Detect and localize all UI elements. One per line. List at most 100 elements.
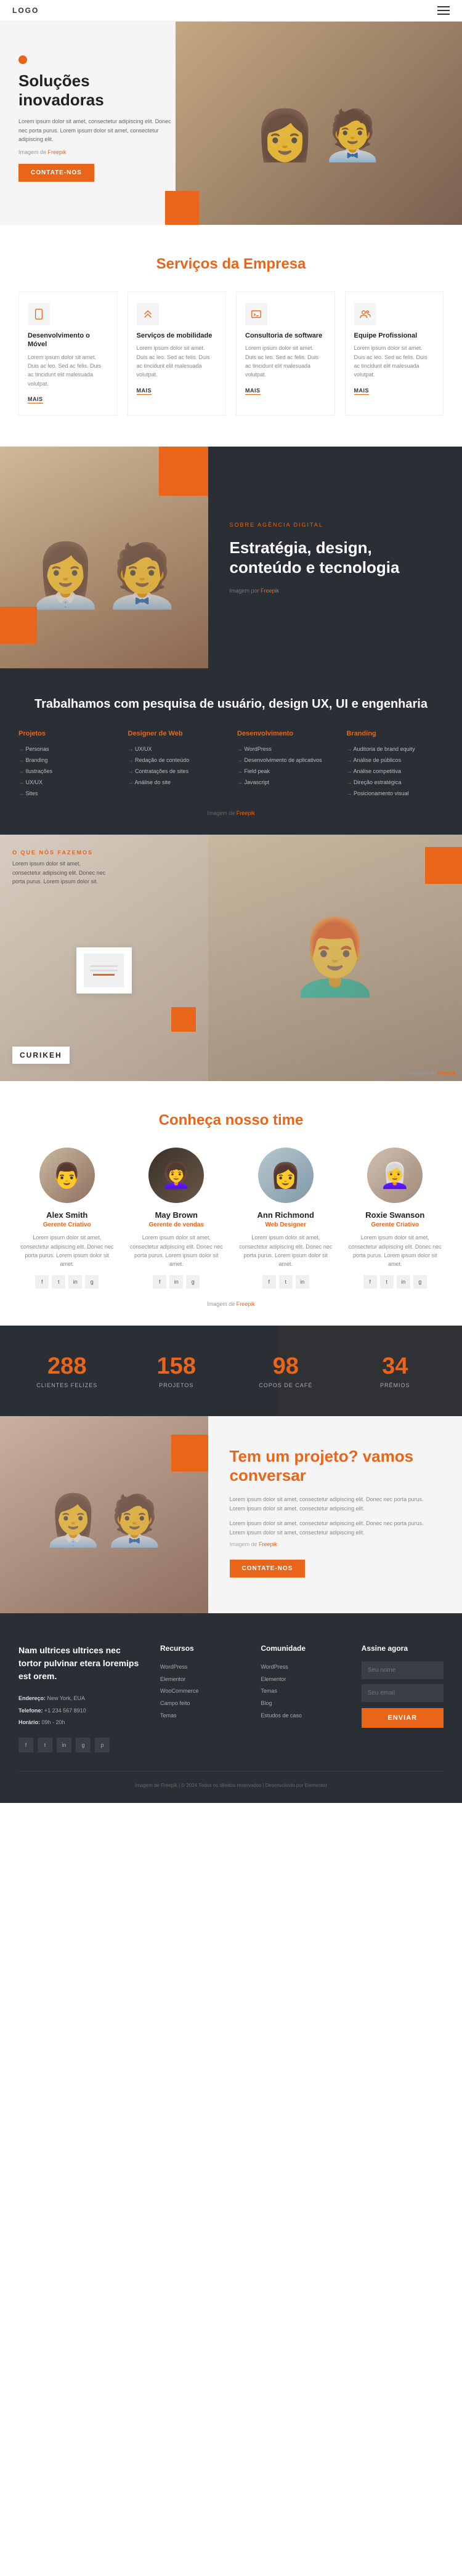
social-g-roxie[interactable]: g [413,1275,427,1289]
team-icon [354,303,376,325]
team-name-may: May Brown [128,1210,225,1220]
stat-item-0: 288 CLIENTES FELIZES [18,1353,116,1388]
research-list-1: → UX/UX → Redação de conteúdo → Contrata… [128,743,225,788]
hero-orange-dot [18,55,27,64]
footer-list-item[interactable]: Temas [160,1710,242,1722]
social-tw-roxie[interactable]: t [380,1275,394,1289]
team-role-alex: Gerente Criativo [18,1221,116,1228]
footer-email-input[interactable] [362,1684,444,1702]
brand-card: CURIKEH [12,1047,70,1064]
research-col-3: Branding → Auditoria de brand equity → A… [347,730,444,799]
whatwedo-orange-accent [425,847,462,884]
mobile-icon [28,303,50,325]
social-in-ann[interactable]: in [296,1275,309,1289]
mobility-icon [137,303,159,325]
project-cta-text2: Lorem ipsum dolor sit amet, consectetur … [230,1519,441,1538]
avatar-ann: 👩 [258,1148,314,1203]
research-col-0: Projetos → Personas → Branding → Ilustra… [18,730,116,799]
footer-name-input[interactable] [362,1661,444,1679]
footer-col-title-0: Recursos [160,1644,242,1653]
stats-section: 288 CLIENTES FELIZES 158 PROJETOS 98 COP… [0,1326,462,1416]
footer-social-tw[interactable]: t [38,1738,52,1752]
service-name-0: Desenvolvimento o Móvel [28,331,108,349]
service-mais-0[interactable]: MAIS [28,396,43,403]
footer-list-1: WordPress Elementor Temas Blog Estudos d… [261,1661,342,1722]
social-in-may[interactable]: in [169,1275,183,1289]
service-mais-1[interactable]: MAIS [137,387,152,395]
team-desc-alex: Lorem ipsum dolor sit amet, consectetur … [18,1233,116,1269]
service-desc-3: Lorem ipsum dolor sit amet. Duis ac leo.… [354,344,435,379]
research-credit: Imagem de Freepik [18,810,444,816]
stat-number-3: 34 [347,1353,444,1380]
team-social-may: f in g [128,1275,225,1289]
logo: logo [12,6,39,15]
social-in-roxie[interactable]: in [397,1275,410,1289]
footer-list-item[interactable]: WooCommerce [160,1685,242,1698]
footer-list-item[interactable]: Blog [261,1698,342,1710]
hero-cta-button[interactable]: CONTATE-NOS [18,164,94,182]
footer-list-0: WordPress Elementor WooCommerce Campo fe… [160,1661,242,1722]
hero-people: 👩 🧑‍💼 [176,22,462,225]
stats-grid: 288 CLIENTES FELIZES 158 PROJETOS 98 COP… [18,1353,444,1388]
footer-list-item[interactable]: WordPress [160,1661,242,1674]
footer: Nam ultrices ultrices nec tortor pulvina… [0,1613,462,1803]
strategy-title: Estratégia, design, conteúdo e tecnologi… [230,538,441,578]
social-fb-may[interactable]: f [153,1275,166,1289]
stat-label-1: PROJETOS [128,1382,225,1388]
footer-brand-col: Nam ultrices ultrices nec tortor pulvina… [18,1644,142,1752]
social-fb-ann[interactable]: f [262,1275,276,1289]
services-section: Serviços da Empresa Desenvolvimento o Mó… [0,225,462,447]
social-fb-roxie[interactable]: f [363,1275,377,1289]
footer-list-item[interactable]: Elementor [261,1674,342,1686]
software-icon [245,303,267,325]
footer-social-in[interactable]: in [57,1738,71,1752]
footer-grid: Nam ultrices ultrices nec tortor pulvina… [18,1644,444,1752]
service-name-1: Serviços de mobilidade [137,331,217,340]
social-tw-ann[interactable]: t [279,1275,293,1289]
footer-social-p[interactable]: p [95,1738,110,1752]
footer-social-g[interactable]: g [76,1738,91,1752]
footer-address: Endereço: New York, EUA Telefone: +1 234… [18,1693,142,1729]
avatar-roxie: 👩‍🦳 [367,1148,423,1203]
hero-orange-block [165,191,199,225]
team-name-roxie: Roxie Swanson [347,1210,444,1220]
project-content-col: Tem um projeto? vamos conversar Lorem ip… [208,1416,462,1613]
strategy-orange-top [159,447,208,496]
social-fb-alex[interactable]: f [35,1275,49,1289]
strategy-content-col: SOBRE AGÊNCIA DIGITAL Estratégia, design… [208,447,462,668]
hero-content: Soluções inovadoras Lorem ipsum dolor si… [0,22,197,194]
footer-list-item[interactable]: Estudos de caso [261,1710,342,1722]
project-orange-accent [171,1435,208,1472]
footer-list-item[interactable]: WordPress [261,1661,342,1674]
footer-submit-button[interactable]: ENVIAR [362,1708,444,1728]
footer-social-fb[interactable]: f [18,1738,33,1752]
team-social-alex: f t in g [18,1275,116,1289]
social-in-alex[interactable]: in [68,1275,82,1289]
service-mais-3[interactable]: MAIS [354,387,370,395]
stat-label-3: PRÊMIOS [347,1382,444,1388]
footer-col-comunidade: Comunidade WordPress Elementor Temas Blo… [261,1644,342,1752]
footer-list-item[interactable]: Elementor [160,1674,242,1686]
social-g-alex[interactable]: g [85,1275,99,1289]
project-cta-button[interactable]: CONTATE-NOS [230,1560,306,1578]
whatwedo-label-text: O QUE NÓS FAZEMOS [12,849,111,856]
social-g-may[interactable]: g [186,1275,200,1289]
team-card-roxie: 👩‍🦳 Roxie Swanson Gerente Criativo Lorem… [347,1148,444,1289]
service-mais-2[interactable]: MAIS [245,387,261,395]
research-col-1: Designer de Web → UX/UX → Redação de con… [128,730,225,799]
team-social-ann: f t in [237,1275,334,1289]
hamburger-menu[interactable] [437,6,450,15]
hero-description: Lorem ipsum dolor sit amet, consectetur … [18,117,179,144]
stat-label-0: CLIENTES FELIZES [18,1382,116,1388]
research-title: Trabalhamos com pesquisa de usuário, des… [18,696,444,713]
team-card-ann: 👩 Ann Richmond Web Designer Lorem ipsum … [237,1148,334,1289]
whatwedo-orange-square [171,1007,196,1032]
footer-form-col: Assine agora ENVIAR [362,1644,444,1752]
whatwedo-label-area: O QUE NÓS FAZEMOS Lorem ipsum dolor sit … [12,849,111,886]
social-tw-alex[interactable]: t [52,1275,65,1289]
team-section: Conheça nosso time 👨 Alex Smith Gerente … [0,1081,462,1326]
footer-list-item[interactable]: Temas [261,1685,342,1698]
service-desc-0: Lorem ipsum dolor sit amet. Duis ac leo.… [28,353,108,389]
footer-list-item[interactable]: Campo feito [160,1698,242,1710]
team-role-may: Gerente de vendas [128,1221,225,1228]
